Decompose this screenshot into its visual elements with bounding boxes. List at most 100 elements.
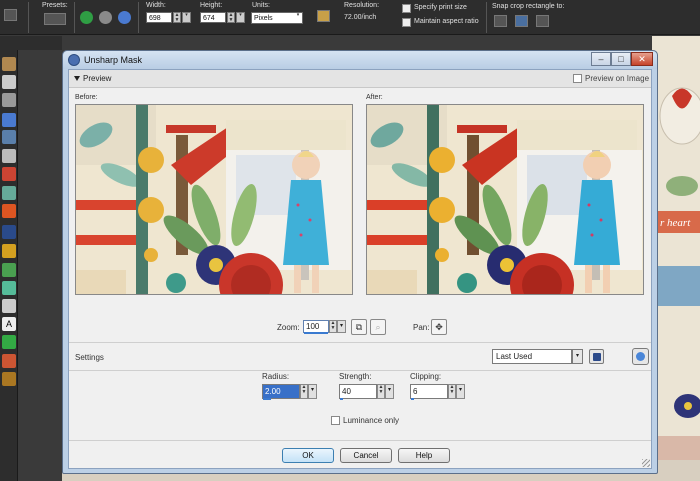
radius-dropdown-icon[interactable]: ▾ bbox=[308, 384, 317, 399]
crop-tool-icon[interactable] bbox=[2, 130, 16, 144]
height-field[interactable]: 674 bbox=[200, 12, 226, 23]
cancel-button[interactable]: Cancel bbox=[340, 448, 392, 463]
pen-tool-icon[interactable] bbox=[2, 299, 16, 313]
strength-dropdown-icon[interactable]: ▾ bbox=[385, 384, 394, 399]
eraser-tool-icon[interactable] bbox=[2, 244, 16, 258]
specify-print-size-label: Specify print size bbox=[414, 4, 467, 11]
pan-tool-icon[interactable] bbox=[2, 57, 16, 71]
pick-tool-icon[interactable] bbox=[2, 75, 16, 89]
radius-label: Radius: bbox=[262, 372, 290, 381]
straighten-tool-icon[interactable] bbox=[2, 149, 16, 163]
zoom-dropdown-icon[interactable]: ▾ bbox=[337, 320, 346, 333]
makeover-tool-icon[interactable] bbox=[2, 186, 16, 200]
zoom-magnifier-icon[interactable]: ⌕ bbox=[370, 319, 386, 335]
settings-label: Settings bbox=[75, 353, 104, 362]
warp-tool-icon[interactable] bbox=[2, 354, 16, 368]
preview-header[interactable]: Preview Preview on Image bbox=[69, 70, 651, 88]
zoom-to-fit-button[interactable]: ⧉ bbox=[351, 319, 367, 335]
luminance-only-label: Luminance only bbox=[343, 416, 400, 425]
collapse-triangle-icon[interactable] bbox=[74, 76, 80, 81]
zoom-slider-bar[interactable] bbox=[304, 332, 328, 334]
brush-tool-icon[interactable] bbox=[2, 204, 16, 218]
help-button[interactable]: Help bbox=[398, 448, 450, 463]
height-label: Height: bbox=[200, 2, 223, 9]
maintain-aspect-checkbox[interactable] bbox=[402, 18, 411, 27]
pan-label: Pan: bbox=[413, 323, 430, 332]
options-toolbar: Presets: Width: 698 ▲ ▼ ▾ Height: 674 ▲ ▼ … bbox=[0, 0, 700, 35]
preset-chevron-down-icon[interactable]: ▾ bbox=[572, 349, 583, 364]
maintain-aspect-label: Maintain aspect ratio bbox=[414, 18, 479, 25]
luminance-only-checkbox[interactable] bbox=[331, 416, 340, 425]
toolbar-divider bbox=[138, 2, 139, 33]
strength-slider-bar[interactable] bbox=[340, 398, 343, 400]
before-preview-image bbox=[76, 105, 352, 294]
presets-dropdown[interactable] bbox=[44, 13, 66, 25]
floppy-disk-icon bbox=[593, 353, 601, 361]
preset-select[interactable]: Last Used bbox=[492, 349, 572, 364]
presets-label: Presets: bbox=[42, 2, 68, 9]
toolbar-divider bbox=[74, 2, 75, 33]
shape-tool-icon[interactable] bbox=[2, 335, 16, 349]
height-spinner[interactable]: ▲ ▼ bbox=[227, 12, 235, 23]
clipping-field[interactable]: 6 bbox=[410, 384, 448, 399]
paint-tool-icon[interactable] bbox=[2, 281, 16, 295]
selection-tool-icon[interactable] bbox=[2, 93, 16, 107]
canvas-background: r heart bbox=[652, 36, 700, 481]
width-spinner[interactable]: ▲ ▼ bbox=[173, 12, 181, 23]
ok-button[interactable]: OK bbox=[282, 448, 334, 463]
resolution-value: 72.00/inch bbox=[344, 14, 377, 21]
divider bbox=[69, 370, 651, 371]
divider bbox=[69, 342, 651, 343]
after-preview-pane[interactable] bbox=[366, 104, 644, 295]
cancel-crop-icon[interactable] bbox=[118, 11, 131, 24]
zoom-spinner[interactable]: ▲ ▼ bbox=[329, 320, 337, 333]
zoom-label: Zoom: bbox=[277, 323, 300, 332]
palette-header bbox=[0, 36, 62, 50]
clipping-slider-bar[interactable] bbox=[411, 398, 414, 400]
minimize-button[interactable]: – bbox=[591, 52, 611, 66]
preview-on-image-checkbox[interactable] bbox=[573, 74, 582, 83]
width-drop-icon[interactable]: ▾ bbox=[182, 12, 191, 23]
radius-slider-bar[interactable] bbox=[263, 398, 271, 400]
before-label: Before: bbox=[75, 94, 98, 101]
strength-field[interactable]: 40 bbox=[339, 384, 377, 399]
maximize-button[interactable]: □ bbox=[611, 52, 631, 66]
radius-spinner[interactable]: ▲ ▼ bbox=[300, 384, 308, 399]
red-eye-tool-icon[interactable] bbox=[2, 167, 16, 181]
reset-icon[interactable] bbox=[632, 348, 649, 365]
dropper-tool-icon[interactable] bbox=[2, 113, 16, 127]
resolution-label: Resolution: bbox=[344, 2, 380, 9]
clipping-spinner[interactable]: ▲ ▼ bbox=[448, 384, 456, 399]
save-preset-icon[interactable] bbox=[589, 349, 604, 364]
strength-spinner[interactable]: ▲ ▼ bbox=[377, 384, 385, 399]
preview-on-image-label: Preview on Image bbox=[585, 74, 650, 83]
scrapbook-canvas-art: r heart bbox=[652, 36, 700, 481]
width-field[interactable]: 698 bbox=[146, 12, 172, 23]
snap-image-icon[interactable] bbox=[494, 15, 507, 27]
snap-selection-icon[interactable] bbox=[536, 15, 549, 27]
resize-grip[interactable] bbox=[642, 459, 650, 467]
print-size-icon[interactable] bbox=[317, 10, 330, 22]
width-label: Width: bbox=[146, 2, 166, 9]
text-tool-icon[interactable]: A bbox=[2, 317, 16, 331]
rotate-icon[interactable] bbox=[99, 11, 112, 24]
before-preview-pane[interactable] bbox=[75, 104, 353, 295]
crop-tool-icon bbox=[4, 9, 17, 21]
radius-field[interactable]: 2.00 bbox=[262, 384, 300, 399]
close-button[interactable]: ✕ bbox=[631, 52, 653, 66]
after-label: After: bbox=[366, 94, 383, 101]
dialog-title-bar[interactable]: Unsharp Mask – □ ✕ bbox=[63, 51, 657, 69]
flood-fill-tool-icon[interactable] bbox=[2, 263, 16, 277]
strength-label: Strength: bbox=[339, 372, 372, 381]
apply-check-icon[interactable] bbox=[80, 11, 93, 24]
dialog-client-area: Preview Preview on Image Before: After: bbox=[68, 69, 652, 469]
units-chevron-down-icon: ▾ bbox=[296, 12, 300, 18]
specify-print-size-checkbox[interactable] bbox=[402, 4, 411, 13]
clone-tool-icon[interactable] bbox=[2, 225, 16, 239]
smudge-tool-icon[interactable] bbox=[2, 372, 16, 386]
clipping-dropdown-icon[interactable]: ▾ bbox=[456, 384, 465, 399]
after-preview-image bbox=[367, 105, 643, 294]
height-drop-icon[interactable]: ▾ bbox=[236, 12, 245, 23]
snap-layer-icon[interactable] bbox=[515, 15, 528, 27]
pan-move-icon[interactable]: ✥ bbox=[431, 319, 447, 335]
